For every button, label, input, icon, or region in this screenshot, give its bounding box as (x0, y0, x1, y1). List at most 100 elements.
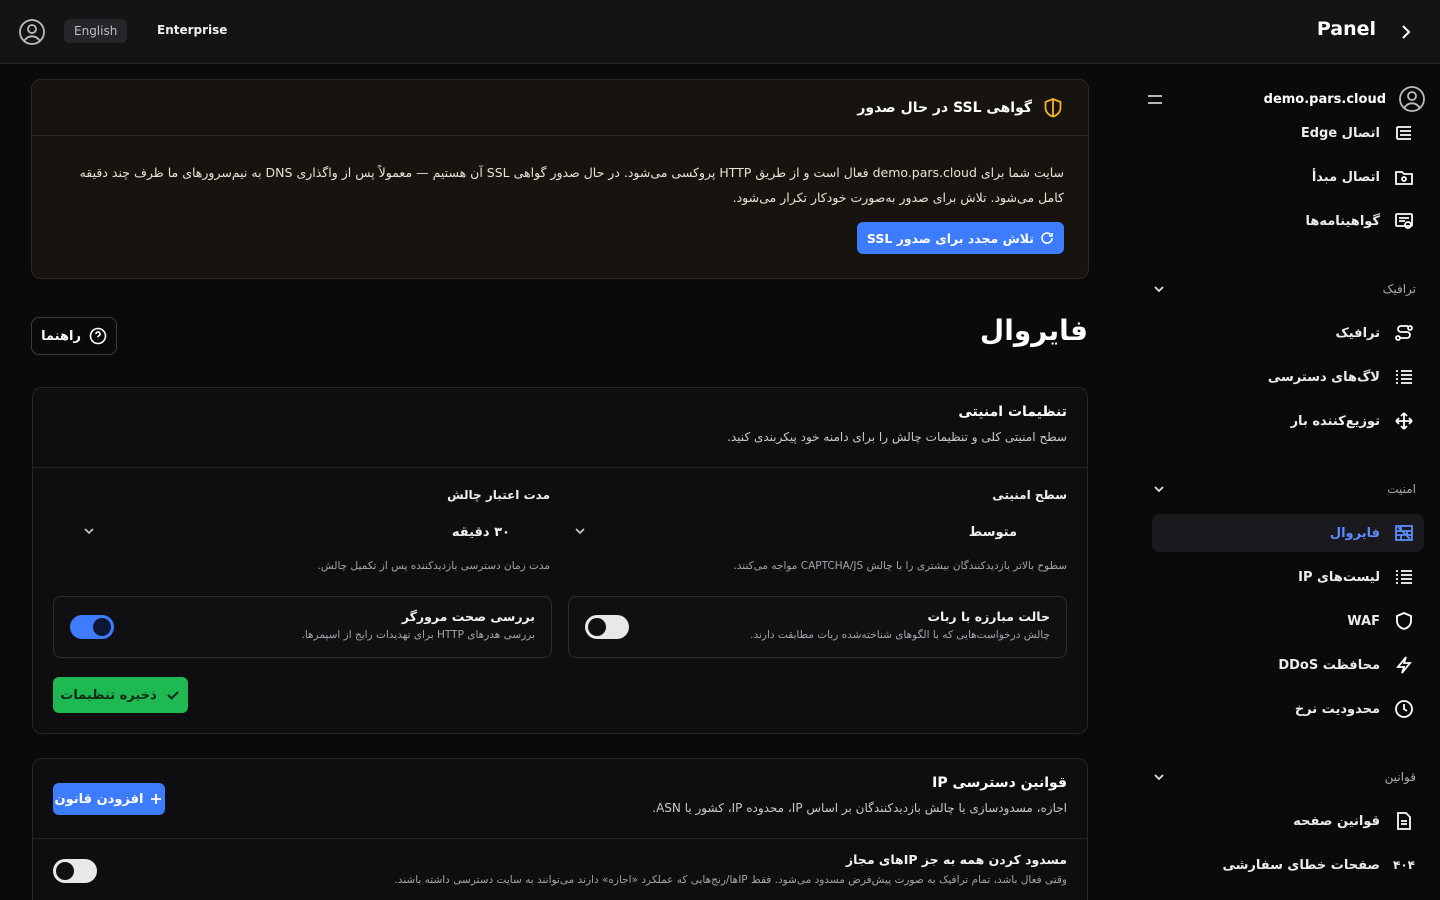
security-level-label: سطح امنیتی (992, 488, 1067, 502)
list-icon (1392, 365, 1416, 389)
sidebar-item-label: لیست‌های IP (1298, 569, 1380, 585)
save-settings-label: ذخیره تنظیمات (60, 687, 157, 703)
sidebar-item-label: محدودیت نرخ (1294, 701, 1380, 717)
clock-icon (1392, 697, 1416, 721)
sidebar-item-label: گواهینامه‌ها (1305, 213, 1380, 229)
edition-label[interactable]: Enterprise (157, 23, 227, 37)
sidebar-item-label: توزیع‌کننده بار (1290, 413, 1380, 429)
block-all-title: مسدود کردن همه به جز IPهای مجاز (845, 852, 1067, 867)
security-level-select[interactable]: متوسط (573, 517, 1067, 547)
card-title: تنظیمات امنیتی (958, 404, 1067, 420)
sidebar-section-rules[interactable]: قوانین (1152, 765, 1416, 789)
browser-integrity-desc: بررسی هدرهای HTTP برای تهدیدات رایج از ا… (301, 629, 535, 641)
edge-connection-icon (1392, 121, 1416, 145)
sidebar-item-label: اتصال مبدأ (1311, 169, 1380, 185)
security-level-value: متوسط (968, 524, 1017, 540)
sidebar-item-label: WAF (1347, 613, 1380, 629)
shield-warning-icon (1044, 97, 1062, 117)
firewall-icon (1392, 521, 1416, 545)
page-title: فایروال (979, 314, 1088, 347)
sidebar-section-security[interactable]: امنیت (1152, 477, 1416, 501)
retry-ssl-label: تلاش مجدد برای صدور SSL (866, 230, 1034, 246)
browser-integrity-toggle[interactable] (70, 615, 114, 639)
bot-fight-desc: چالش درخواست‌هایی که با الگوهای شناخته‌ش… (750, 629, 1050, 641)
sidebar-item-origin[interactable]: اتصال مبدأ (1152, 157, 1424, 197)
sidebar-item-label: ترافیک (1335, 325, 1380, 341)
traffic-route-icon (1392, 321, 1416, 345)
help-button[interactable]: راهنما (31, 317, 117, 355)
block-all-desc: وقتی فعال باشد، تمام ترافیک به صورت پیش‌… (394, 874, 1067, 886)
certificate-icon (1392, 209, 1416, 233)
chevron-down-icon (84, 528, 94, 535)
sidebar-item-edge[interactable]: اتصال Edge (1152, 113, 1424, 153)
sidebar-item-page-rules[interactable]: قوانین صفحه (1152, 801, 1424, 841)
save-settings-button[interactable]: ذخیره تنظیمات (53, 677, 188, 713)
challenge-ttl-select[interactable]: ۳۰ دقیقه (52, 517, 550, 547)
chevron-down-icon (1154, 286, 1164, 293)
top-bar: English Enterprise Panel (0, 0, 1440, 64)
security-settings-card: تنظیمات امنیتی سطح امنیتی کلی و تنظیمات … (32, 387, 1088, 734)
browser-integrity-box: بررسی صحت مرورگر بررسی هدرهای HTTP برای … (53, 596, 552, 658)
section-label: قوانین (1384, 770, 1416, 784)
document-icon (1392, 809, 1416, 833)
user-avatar-icon[interactable] (18, 18, 46, 46)
ssl-banner-text: سایت شما برای demo.pars.cloud فعال است و… (32, 136, 1088, 210)
sidebar-item-traffic[interactable]: ترافیک (1152, 313, 1424, 353)
bot-fight-title: حالت مبارزه با ربات (927, 609, 1050, 624)
sidebar-item-waf[interactable]: WAF (1152, 601, 1424, 641)
user-avatar-icon (1399, 86, 1425, 112)
ssl-pending-banner: گواهی SSL در حال صدور سایت شما برای demo… (31, 79, 1089, 279)
ip-access-rules-card: قوانین دسترسی IP اجازه، مسدودسازی یا چال… (32, 758, 1088, 900)
origin-folder-icon (1392, 165, 1416, 189)
sidebar-item-load-balancer[interactable]: توزیع‌کننده بار (1152, 401, 1424, 441)
sidebar-item-label: قوانین صفحه (1293, 813, 1380, 829)
language-switch[interactable]: English (64, 19, 128, 43)
ssl-banner-line: کامل می‌شود. تلاش برای صدور به‌صورت خودک… (732, 190, 1064, 205)
chevron-down-icon (1154, 774, 1164, 781)
refresh-icon (1041, 232, 1053, 244)
retry-ssl-button[interactable]: تلاش مجدد برای صدور SSL (856, 222, 1064, 254)
sidebar-item-label: صفحات خطای سفارشی (1222, 857, 1380, 873)
chevron-down-icon (575, 528, 585, 535)
card-subtitle: سطح امنیتی کلی و تنظیمات چالش را برای دا… (727, 430, 1067, 444)
security-level-hint: سطوح بالاتر بازدیدکنندگان بیشتری را با چ… (733, 560, 1067, 572)
sidebar-item-label: اتصال Edge (1300, 125, 1380, 141)
ssl-banner-line: سایت شما برای demo.pars.cloud فعال است و… (79, 165, 1064, 180)
browser-integrity-title: بررسی صحت مرورگر (401, 609, 535, 624)
block-all-toggle[interactable] (53, 859, 97, 883)
card-subtitle: اجازه، مسدودسازی یا چالش بازدیدکنندگان ب… (652, 801, 1067, 815)
shield-icon (1392, 609, 1416, 633)
sidebar-item-ddos[interactable]: محافظت DDoS (1152, 645, 1424, 685)
menu-collapse-icon[interactable] (1146, 91, 1164, 109)
sidebar-item-certificates[interactable]: گواهینامه‌ها (1152, 201, 1424, 241)
section-label: امنیت (1387, 482, 1416, 496)
check-icon (167, 691, 179, 700)
plus-icon (151, 794, 162, 804)
sidebar-item-rate-limit[interactable]: محدودیت نرخ (1152, 689, 1424, 729)
add-rule-label: افزودن قانون (54, 791, 144, 807)
card-title: قوانین دسترسی IP (932, 775, 1067, 791)
challenge-ttl-label: مدت اعتبار چالش (447, 488, 550, 502)
sidebar-item-ip-lists[interactable]: لیست‌های IP (1152, 557, 1424, 597)
chevron-down-icon (1154, 486, 1164, 493)
section-label: ترافیک (1382, 282, 1416, 296)
divider (33, 467, 1087, 468)
add-rule-button[interactable]: افزودن قانون (53, 783, 165, 815)
load-balancer-icon (1392, 409, 1416, 433)
chevron-right-icon[interactable] (1396, 22, 1416, 42)
sidebar-item-custom-error-pages[interactable]: ۴۰۴ صفحات خطای سفارشی (1152, 845, 1424, 885)
domain-name: demo.pars.cloud (1263, 91, 1386, 107)
bot-fight-toggle[interactable] (585, 615, 629, 639)
error-404-icon: ۴۰۴ (1393, 858, 1415, 872)
sidebar-item-access-logs[interactable]: لاگ‌های دسترسی (1152, 357, 1424, 397)
sidebar: demo.pars.cloud اتصال Edge اتصال مبدأ گو… (1140, 65, 1440, 900)
list-icon (1392, 565, 1416, 589)
lightning-icon (1392, 653, 1416, 677)
domain-selector[interactable]: demo.pars.cloud (1264, 85, 1426, 113)
sidebar-section-traffic[interactable]: ترافیک (1152, 277, 1416, 301)
sidebar-item-firewall[interactable]: فایروال (1152, 514, 1424, 552)
sidebar-item-label: فایروال (1329, 525, 1380, 541)
help-circle-icon (89, 327, 107, 345)
sidebar-item-label: محافظت DDoS (1278, 657, 1380, 673)
help-label: راهنما (41, 328, 81, 344)
